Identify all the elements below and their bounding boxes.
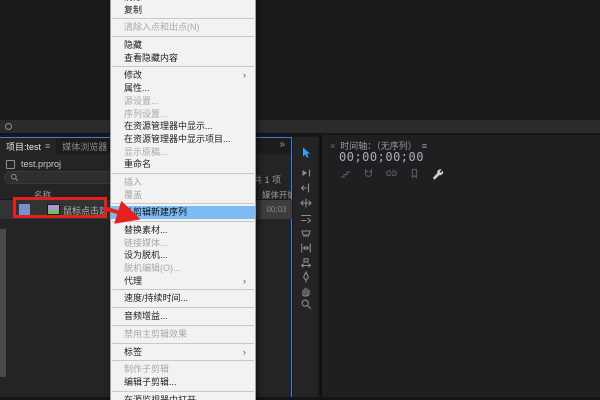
hand-tool[interactable] [293,284,318,298]
monitor-area [0,0,600,120]
menu-item[interactable]: 设为脱机... [111,249,255,262]
menu-item[interactable]: 修改› [111,69,255,82]
menu-item[interactable]: 属性... [111,82,255,95]
menu-item[interactable]: 重命名 [111,158,255,171]
razor-tool[interactable] [293,226,318,240]
tab-overflow-icon[interactable]: » [279,139,285,150]
tab-media-browser-label: 媒体浏览器 [62,140,107,153]
menu-item[interactable]: 源设置... [111,95,255,108]
panel-gap-strip [0,120,600,135]
menu-item[interactable]: 制作子剪辑 [111,363,255,376]
selection-tool[interactable] [293,146,318,160]
pen-tool[interactable] [293,270,318,284]
panel-menu-icon[interactable]: ≡ [45,141,50,151]
menu-item[interactable]: 序列设置... [111,108,255,121]
slide-tool[interactable] [293,256,318,270]
menu-separator [112,18,254,19]
menu-separator [112,391,254,392]
menu-item[interactable]: 编辑子剪辑... [111,376,255,389]
menu-item[interactable]: 音频增益... [111,310,255,323]
menu-item[interactable]: 查看隐藏内容 [111,52,255,65]
nest-sequence-icon[interactable] [339,167,352,180]
menu-separator [112,325,254,326]
ripple-edit-tool[interactable] [293,181,318,195]
submenu-arrow-icon: › [243,346,246,359]
menu-item[interactable]: 在资源管理器中显示项目... [111,133,255,146]
zoom-tool[interactable] [293,297,318,311]
menu-separator [112,343,254,344]
tab-project[interactable]: 项目:test ≡ [0,138,56,154]
submenu-arrow-icon: › [243,69,246,82]
menu-separator [112,66,254,67]
menu-separator [112,289,254,290]
tab-project-label: 项目:test [6,140,41,153]
menu-separator [112,36,254,37]
menu-item[interactable]: 在源监视器中打开 [111,394,255,400]
submenu-arrow-icon: › [243,275,246,288]
project-scrollbar[interactable] [0,229,6,377]
timeline-timecode[interactable]: 00;00;00;00 [339,150,424,164]
menu-item[interactable]: 显示原稿... [111,146,255,159]
menu-item[interactable]: 清除入点和出点(N) [111,21,255,34]
item-count-label: 共 1 项 [253,173,281,186]
premiere-window: 项目:test ≡ 媒体浏览器 » test.prproj 共 1 项 名称 媒… [0,0,600,400]
menu-item[interactable]: 链接媒体... [111,237,255,250]
timeline-panel: × 时间轴：（无序列） ≡ 00;00;00;00 [320,135,600,397]
menu-separator [112,173,254,174]
slip-tool[interactable] [293,241,318,255]
linked-selection-icon[interactable] [385,167,398,180]
menu-item[interactable]: 脱机编辑(O)... [111,262,255,275]
panel-menu-icon[interactable]: ≡ [422,141,427,151]
tools-panel [293,137,318,397]
close-icon[interactable]: × [330,141,335,151]
menu-item[interactable]: 插入 [111,176,255,189]
project-file-row[interactable]: test.prproj [6,159,61,169]
project-file-name: test.prproj [21,159,61,169]
panel-dot-icon [5,123,12,130]
clip-media-start: 00;03 [261,200,292,219]
snap-icon[interactable] [362,167,375,180]
search-icon [10,173,19,182]
timeline-settings-wrench-icon[interactable] [431,167,444,180]
annotation-red-rectangle [13,197,107,218]
track-select-forward-tool[interactable] [293,166,318,180]
tab-media-browser[interactable]: 媒体浏览器 [56,138,113,154]
menu-item[interactable]: 标签› [111,346,255,359]
menu-separator [112,307,254,308]
menu-item[interactable]: 在资源管理器中显示... [111,120,255,133]
add-marker-icon[interactable] [408,167,421,180]
menu-item[interactable]: 隐藏 [111,39,255,52]
menu-item[interactable]: 复制 [111,4,255,17]
project-file-icon [6,160,15,169]
menu-separator [112,360,254,361]
menu-item[interactable]: 代理› [111,275,255,288]
rate-stretch-tool[interactable] [293,211,318,225]
menu-item[interactable]: 禁用主剪辑效果 [111,328,255,341]
annotation-red-arrow [100,200,145,228]
rolling-edit-tool[interactable] [293,196,318,210]
timeline-toolbar [339,167,444,180]
menu-item[interactable]: 速度/持续时间... [111,292,255,305]
